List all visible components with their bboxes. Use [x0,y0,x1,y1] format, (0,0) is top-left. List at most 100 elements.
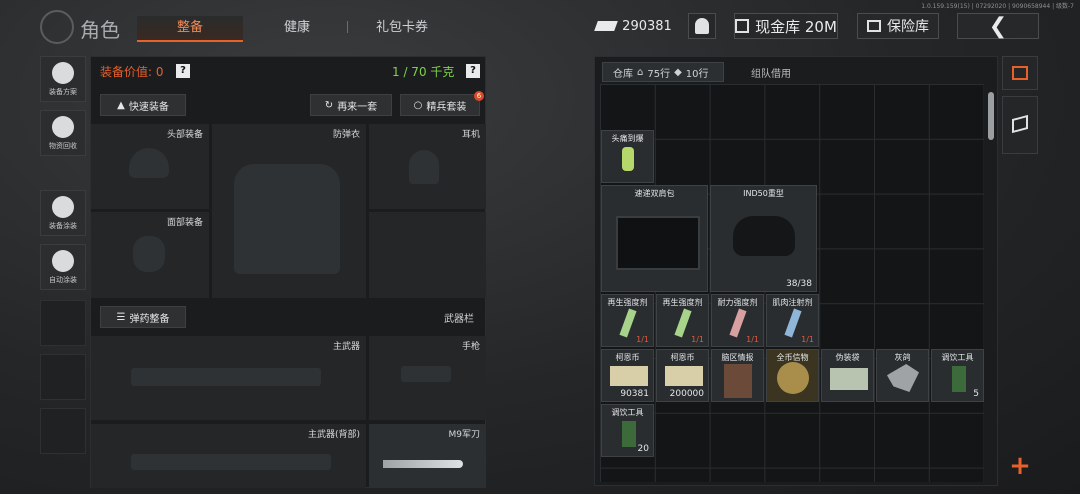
slot-empty [369,212,486,298]
storage-item[interactable]: 耐力强度剂 1/1 [711,294,764,347]
headset-icon [409,150,439,184]
again-button[interactable]: ↻ 再来一套 [310,94,392,116]
storage-item[interactable]: 再生强度剂 1/1 [601,294,654,347]
storage-item[interactable]: 柯恩币 90381 [601,349,654,402]
rail-empty-slot [40,354,86,400]
ammo-prep-button[interactable]: ☰ 弹药整备 [100,306,186,328]
backpack-icon [616,216,700,270]
rail-loadout-plans[interactable]: 装备方案 [40,56,86,102]
book-icon [724,364,752,398]
shield-icon: ○ [413,99,423,111]
rifle-icon [131,368,321,386]
value-help-icon[interactable]: ? [176,64,190,78]
bottle-icon [952,366,966,392]
slot-knife[interactable]: M9军刀 [369,424,486,488]
trader-icon [695,18,709,34]
storage-item[interactable]: 伪装袋 [821,349,874,402]
shirt-icon: ▲ [117,99,125,111]
rail-empty-slot [40,408,86,454]
slot-primary-back[interactable]: 主武器(背部) [91,424,366,488]
version-text: 1.0.159.159(15) | 07292020 | 9090658944 … [921,3,1074,10]
storage-item[interactable]: 再生强度剂 1/1 [656,294,709,347]
storage-item[interactable]: 调饮工具 5 [931,349,984,402]
pistol-icon [401,366,451,382]
chevron-left-icon: ❮ [988,13,1008,39]
rail-empty-slot [40,300,86,346]
storage-item[interactable]: 全币信物 [766,349,819,402]
tag-icon: ◆ [674,66,682,78]
storage-item[interactable]: 灰鸽 [876,349,929,402]
auto-paint-icon [52,250,74,272]
sort-button[interactable] [1002,56,1038,90]
weight-text: 1 / 70 千克 [392,65,455,79]
layers-button[interactable] [1002,96,1038,154]
storage-item[interactable]: 调饮工具 20 [601,404,654,457]
slot-armor[interactable]: 防弹衣 [212,124,366,298]
loadout-icon [52,62,74,84]
add-icon[interactable]: + [1006,452,1034,480]
rail-equip-paint[interactable]: 装备涂装 [40,190,86,236]
rail-recycle[interactable]: 物资回收 [40,110,86,156]
storage-item[interactable]: 头痛到爆 [601,130,654,183]
stack-sort-icon [1012,66,1028,80]
elite-kit-button[interactable]: ○ 精兵套装 [400,94,480,116]
weight-help-icon[interactable]: ? [466,64,480,78]
helmet-icon [733,216,795,256]
layers-icon [1012,114,1028,134]
banknote-icon [610,366,648,386]
syringe-icon [619,308,637,338]
storage-item[interactable]: IND50重型 38/38 [710,185,817,292]
pigeon-icon [887,364,919,392]
cash-vault-label: 现金库 20M [755,17,837,36]
character-logo-icon [40,10,74,44]
bottle-icon [622,421,636,447]
syringe-icon [674,308,692,338]
coin-icon [777,362,809,394]
knife-icon [383,460,463,468]
recycle-icon [52,116,74,138]
weapon-bar-label: 武器栏 [444,314,474,325]
house-icon: ⌂ [637,66,644,78]
back-button[interactable]: ❮ [957,13,1039,39]
storage-item[interactable]: 柯恩币 200000 [656,349,709,402]
syringe-icon [784,308,802,338]
currency-display: 290381 [594,13,674,39]
tab-team-borrow[interactable]: 组队借用 [728,62,814,82]
refresh-icon: ↻ [324,99,334,111]
tab-gift-coupons[interactable]: 礼包卡券 [362,16,442,40]
bag-icon [830,368,868,390]
safe-box-label: 保险库 [887,19,929,35]
helmet-paint-icon [52,196,74,218]
page-title: 角色 [80,18,120,42]
tab-health[interactable]: 健康 [262,16,332,40]
gas-mask-icon [133,236,165,272]
syringe-icon [729,308,747,338]
vault-icon [735,19,750,33]
slot-head[interactable]: 头部装备 [91,124,209,209]
slot-pistol[interactable]: 手枪 [369,336,486,420]
trader-button[interactable] [688,13,716,39]
ammo-icon: ☰ [116,311,126,323]
tab-divider [347,21,348,33]
tab-warehouse[interactable]: 仓库 ⌂ 75行 ◆ 10行 [602,62,724,82]
currency-amount: 290381 [622,18,672,34]
equipment-value: 0 [155,65,164,79]
banknote-icon [665,366,703,386]
storage-item[interactable]: 速递双肩包 [601,185,708,292]
tube-icon [622,147,634,171]
storage-item[interactable]: 脑区情报 [711,349,764,402]
banknote-icon [594,21,618,31]
slot-headset[interactable]: 耳机 [369,124,486,209]
cash-vault-button[interactable]: 现金库 20M [734,13,838,39]
vest-icon [234,164,340,274]
quick-equip-button[interactable]: ▲ 快速装备 [100,94,186,116]
equipment-value-label: 装备价值: 0 [100,65,164,79]
tab-loadout[interactable]: 整备 [137,16,243,42]
scrollbar[interactable] [988,92,994,140]
slot-primary[interactable]: 主武器 [91,336,366,420]
storage-item[interactable]: 肌肉注射剂 1/1 [766,294,819,347]
helmet-icon [129,148,169,178]
safe-box-button[interactable]: 保险库 [857,13,939,39]
slot-face[interactable]: 面部装备 [91,212,209,298]
rail-auto-paint[interactable]: 自动涂装 [40,244,86,290]
